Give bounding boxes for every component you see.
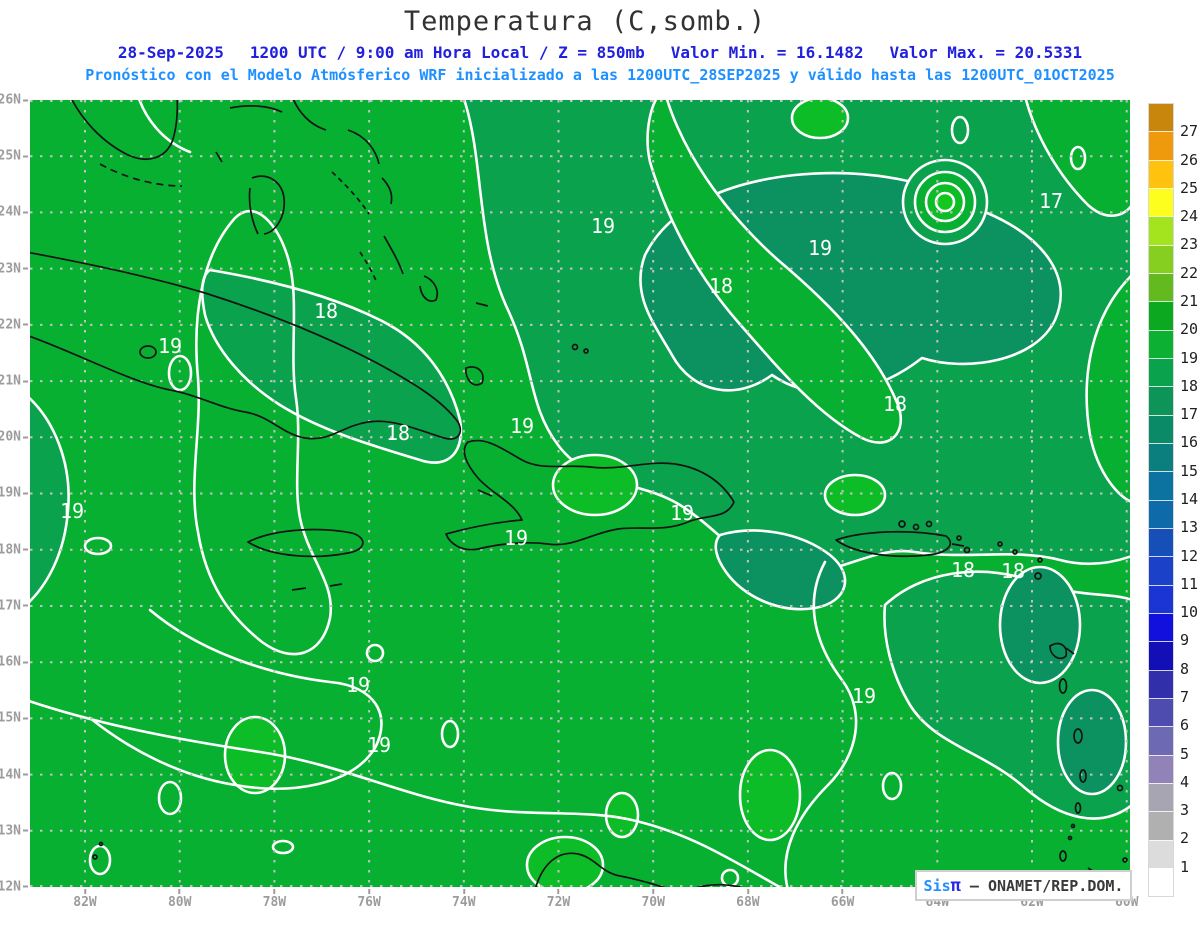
lon-tick-label: 74W — [452, 889, 475, 910]
colorbar-segment — [1149, 811, 1173, 840]
lat-tick-label: 20N — [0, 430, 28, 445]
colorbar-segment — [1149, 187, 1173, 217]
info-value-max: Valor Max. = 20.5331 — [889, 43, 1083, 62]
sispi-logo-text: Sis — [923, 876, 951, 895]
colorbar-tick-label: 10 — [1180, 603, 1199, 622]
sispi-onamet-badge: Sis π — ONAMET/REP.DOM. — [915, 870, 1132, 901]
lat-tick-label: 14N — [0, 767, 28, 782]
colorbar-segment — [1149, 414, 1173, 443]
colorbar-tick-label: 19 — [1180, 348, 1199, 367]
page-title: Temperatura (C,somb.) — [403, 6, 767, 37]
colorbar-tick-label: 3 — [1180, 801, 1190, 820]
info-value-min: Valor Min. = 16.1482 — [670, 43, 864, 62]
colorbar-segment — [1149, 867, 1173, 897]
colorbar-tick-label: 18 — [1180, 376, 1199, 395]
lat-tick-label: 16N — [0, 655, 28, 670]
colorbar-segment — [1149, 244, 1173, 273]
info-line: 28-Sep-2025 1200 UTC / 9:00 am Hora Local… — [0, 43, 1200, 62]
colorbar-tick-label: 12 — [1180, 546, 1199, 565]
colorbar-segment — [1149, 442, 1173, 472]
colorbar-segment — [1149, 556, 1173, 585]
colorbar-tick-label: 21 — [1180, 292, 1199, 310]
colorbar-segment — [1149, 839, 1173, 868]
latitude-axis: 26N 25N 24N 23N 22N 21N 20N 19N 18N 17N 16N 15N 14N 1… — [0, 93, 28, 895]
colorbar-tick-label: 2 — [1180, 829, 1190, 848]
colorbar-tick-label: 11 — [1180, 574, 1199, 593]
colorbar-segment — [1149, 104, 1173, 132]
sispi-pi-symbol: π — [950, 875, 961, 896]
lat-tick-label: 26N — [0, 93, 28, 108]
colorbar-tick-label: 27 — [1180, 122, 1199, 141]
colorbar-tick-label: 25 — [1180, 178, 1199, 197]
colorbar-segment — [1149, 612, 1173, 642]
colorbar-segment — [1149, 669, 1173, 698]
colorbar-tick-label: 15 — [1180, 461, 1199, 480]
onamet-org-text: — ONAMET/REP.DOM. — [960, 876, 1124, 895]
contour-map-svg — [30, 100, 1130, 887]
map-canvas — [30, 100, 1130, 887]
info-run: 1200 UTC / 9:00 am Hora Local / Z = 850m… — [249, 43, 645, 62]
colorbar-tick-label: 24 — [1180, 207, 1199, 226]
lon-tick-label: 66W — [831, 889, 854, 910]
colorbar-segment — [1149, 782, 1173, 812]
lat-tick-label: 17N — [0, 598, 28, 613]
colorbar-segment — [1149, 641, 1173, 670]
lon-tick-label: 78W — [263, 889, 286, 910]
lat-tick-label: 19N — [0, 486, 28, 501]
weather-map-figure: Temperatura (C,somb.) 28-Sep-2025 1200 UT… — [0, 0, 1200, 927]
lon-tick-label: 76W — [357, 889, 380, 910]
colorbar-tick-label: 1 — [1180, 857, 1190, 876]
colorbar-tick-label: 7 — [1180, 688, 1190, 706]
colorbar-tick-label: 17 — [1180, 405, 1199, 424]
colorbar-segment — [1149, 329, 1173, 358]
colorbar-segment — [1149, 159, 1173, 188]
lat-tick-label: 21N — [0, 374, 28, 389]
lat-tick-label: 18N — [0, 542, 28, 557]
colorbar-segment — [1149, 584, 1173, 613]
colorbar-segment — [1149, 357, 1173, 387]
lon-tick-label: 68W — [736, 889, 759, 910]
colorbar-tick-label: 6 — [1180, 716, 1190, 735]
colorbar-segment — [1149, 216, 1173, 245]
lat-tick-label: 25N — [0, 149, 28, 164]
lat-tick-label: 22N — [0, 317, 28, 332]
lat-tick-label: 12N — [0, 879, 28, 894]
colorbar-segment — [1149, 272, 1173, 302]
colorbar-tick-label: 22 — [1180, 263, 1199, 282]
colorbar-segment — [1149, 527, 1173, 557]
colorbar-segment — [1149, 471, 1173, 500]
lat-tick-label: 15N — [0, 711, 28, 726]
lon-tick-label: 70W — [641, 889, 664, 910]
colorbar-tick-label: 16 — [1180, 433, 1199, 452]
colorbar-segment — [1149, 697, 1173, 727]
lat-tick-label: 23N — [0, 261, 28, 276]
info-datetime: 28-Sep-2025 — [117, 43, 224, 62]
lon-tick-label: 80W — [168, 889, 191, 910]
colorbar-tick-label: 23 — [1180, 235, 1199, 254]
colorbar-tick-label: 20 — [1180, 320, 1199, 339]
colorbar-tick-label: 4 — [1180, 772, 1190, 791]
lat-tick-label: 24N — [0, 205, 28, 220]
colorbar-tick-label: 9 — [1180, 631, 1190, 650]
colorbar-tick-label: 5 — [1180, 744, 1190, 763]
lon-tick-label: 82W — [73, 889, 96, 910]
colorbar-segment — [1149, 386, 1173, 415]
model-line: Pronóstico con el Modelo Atmósferico WRF… — [85, 66, 1115, 84]
colorbar-tick-label: 13 — [1180, 518, 1199, 537]
colorbar-segment — [1149, 726, 1173, 755]
colorbar-tick-label: 26 — [1180, 150, 1199, 169]
colorbar-segment — [1149, 131, 1173, 160]
colorbar-tick-label: 8 — [1180, 659, 1190, 678]
lat-tick-label: 13N — [0, 823, 28, 838]
colorbar-segment — [1149, 754, 1173, 783]
colorbar-tick-label: 14 — [1180, 490, 1199, 508]
colorbar-labels: 27 26 25 24 23 22 21 20 19 18 17 16 15 14 13 12 11 10 9 8 7 6… — [1180, 103, 1200, 895]
lon-tick-label: 72W — [547, 889, 570, 910]
colorbar-segment — [1149, 499, 1173, 528]
colorbar-segment — [1149, 301, 1173, 330]
temperature-colorbar — [1148, 103, 1174, 897]
